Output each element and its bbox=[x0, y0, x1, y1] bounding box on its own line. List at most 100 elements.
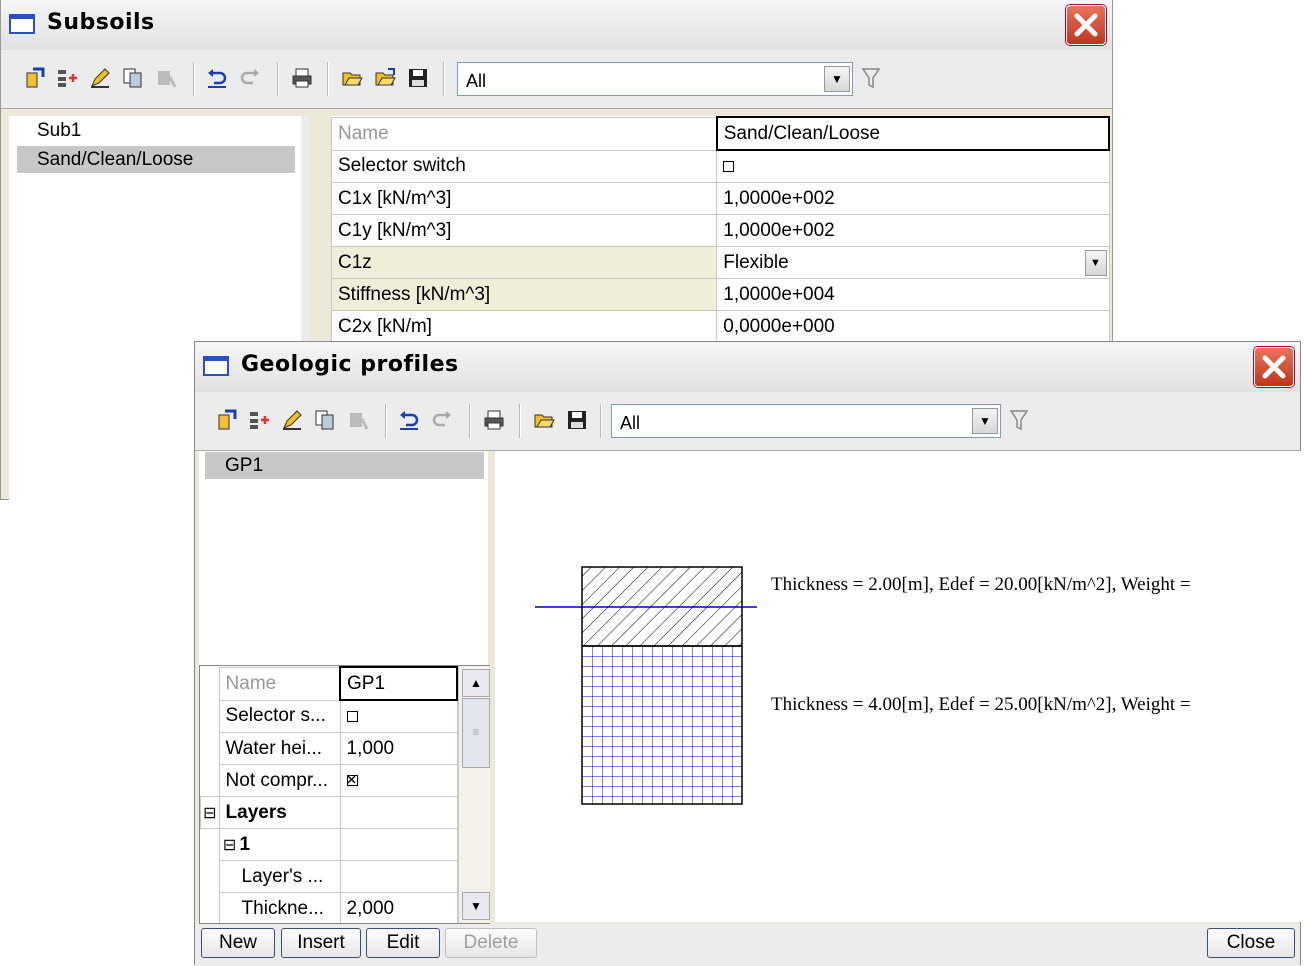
property-name: Stiffness [kN/m^3] bbox=[330, 278, 718, 311]
property-value[interactable]: GP1 bbox=[339, 666, 458, 701]
close-window-button[interactable] bbox=[1254, 347, 1294, 387]
filter-combobox[interactable]: All ▼ bbox=[457, 62, 853, 96]
list-item[interactable]: GP1 bbox=[205, 452, 484, 479]
filter-value: All bbox=[620, 413, 641, 433]
not-compressible-checkbox[interactable] bbox=[346, 774, 358, 786]
profile-properties-grid: Name GP1 Selector s... Water hei... 1,00… bbox=[200, 666, 458, 923]
selector-switch-checkbox[interactable] bbox=[723, 160, 735, 172]
property-name: C1z bbox=[330, 246, 718, 279]
edit-icon[interactable] bbox=[281, 409, 303, 431]
property-value[interactable]: 1,0000e+004 bbox=[716, 278, 1110, 311]
property-name: Water hei... bbox=[218, 732, 341, 765]
insert-icon[interactable] bbox=[248, 409, 270, 431]
print-icon[interactable] bbox=[291, 67, 313, 89]
table-row: Layer's ... bbox=[201, 860, 458, 893]
table-row: Selector s... bbox=[201, 699, 458, 733]
open-folder-icon[interactable] bbox=[533, 409, 555, 431]
property-value[interactable]: 1,0000e+002 bbox=[716, 214, 1110, 247]
property-value[interactable]: 2,000 bbox=[339, 892, 458, 923]
selector-switch-checkbox[interactable] bbox=[346, 710, 358, 722]
table-row: C1y [kN/m^3] 1,0000e+002 bbox=[330, 214, 1110, 247]
collapse-icon[interactable]: ⊟ bbox=[220, 835, 240, 855]
insert-button[interactable]: Insert bbox=[281, 928, 361, 958]
edit-button[interactable]: Edit bbox=[366, 928, 440, 958]
chevron-down-icon[interactable]: ▼ bbox=[972, 408, 998, 434]
window-icon bbox=[203, 356, 229, 376]
profile-drawing bbox=[535, 566, 757, 805]
table-row: ⊟ 1 bbox=[201, 828, 458, 861]
close-button[interactable]: Close bbox=[1207, 928, 1295, 958]
property-value[interactable]: Sand/Clean/Loose bbox=[715, 116, 1111, 151]
save-icon[interactable] bbox=[407, 67, 429, 89]
import-folder-icon[interactable] bbox=[374, 67, 396, 89]
filter-icon[interactable] bbox=[1009, 408, 1029, 432]
bottom-button-bar: New Insert Edit Delete Close bbox=[195, 924, 1300, 966]
layer-2-block bbox=[581, 645, 743, 805]
delete-icon bbox=[350, 413, 369, 430]
property-name: C1x [kN/m^3] bbox=[330, 182, 718, 215]
open-folder-icon[interactable] bbox=[341, 67, 363, 89]
geologic-profiles-window: Geologic profiles All ▼ GP1 Name GP1 Sel… bbox=[194, 341, 1301, 966]
property-value: Flexible bbox=[723, 251, 789, 273]
property-value[interactable]: 1,000 bbox=[339, 732, 458, 765]
not-compressible-cell[interactable] bbox=[339, 764, 458, 797]
c1z-dropdown[interactable]: Flexible ▼ bbox=[716, 246, 1110, 279]
geologic-titlebar[interactable]: Geologic profiles bbox=[195, 342, 1300, 393]
table-row: Thickne... 2,000 bbox=[201, 892, 458, 923]
list-item[interactable]: Sand/Clean/Loose bbox=[17, 146, 295, 173]
print-icon[interactable] bbox=[483, 409, 505, 431]
copy-icon[interactable] bbox=[122, 67, 144, 89]
property-name: C1y [kN/m^3] bbox=[330, 214, 718, 247]
vertical-scrollbar[interactable]: ▲ ≡ ▼ bbox=[458, 666, 490, 923]
redo-icon bbox=[432, 411, 451, 427]
section-label: Layers bbox=[218, 796, 341, 829]
layer-1-label: Thickness = 2.00[m], Edef = 20.00[kN/m^2… bbox=[771, 574, 1191, 595]
property-value[interactable]: 1,0000e+002 bbox=[716, 182, 1110, 215]
table-row: C2x [kN/m] 0,0000e+000 bbox=[330, 310, 1110, 343]
new-item-icon[interactable] bbox=[23, 67, 45, 89]
subsoils-toolbar: All ▼ bbox=[1, 50, 1112, 109]
property-name: Name bbox=[330, 116, 718, 151]
list-item[interactable]: Sub1 bbox=[17, 117, 295, 144]
filter-icon[interactable] bbox=[861, 66, 881, 90]
table-row: C1x [kN/m^3] 1,0000e+002 bbox=[330, 182, 1110, 215]
scroll-down-button[interactable]: ▼ bbox=[462, 892, 490, 920]
property-value[interactable]: 0,0000e+000 bbox=[716, 310, 1110, 343]
delete-button: Delete bbox=[445, 928, 537, 958]
edit-icon[interactable] bbox=[89, 67, 111, 89]
scroll-up-button[interactable]: ▲ bbox=[462, 669, 490, 697]
table-row: Selector switch bbox=[330, 149, 1110, 183]
property-name: Thickne... bbox=[218, 892, 341, 923]
property-name: Layer's ... bbox=[218, 860, 341, 893]
chevron-down-icon[interactable]: ▼ bbox=[824, 66, 850, 92]
chevron-down-icon[interactable]: ▼ bbox=[1084, 250, 1107, 276]
selector-switch-cell[interactable] bbox=[339, 699, 458, 733]
scroll-thumb[interactable]: ≡ bbox=[462, 698, 490, 768]
profile-list: GP1 bbox=[199, 451, 488, 665]
save-icon[interactable] bbox=[566, 409, 588, 431]
new-item-icon[interactable] bbox=[215, 409, 237, 431]
new-button[interactable]: New bbox=[201, 928, 275, 958]
insert-icon[interactable] bbox=[56, 67, 78, 89]
table-row: Stiffness [kN/m^3] 1,0000e+004 bbox=[330, 278, 1110, 311]
undo-icon[interactable] bbox=[398, 409, 420, 431]
profile-drawing-area: Thickness = 2.00[m], Edef = 20.00[kN/m^2… bbox=[495, 451, 1301, 922]
collapse-icon[interactable]: ⊟ bbox=[200, 796, 220, 829]
copy-icon[interactable] bbox=[314, 409, 336, 431]
geologic-toolbar: All ▼ bbox=[195, 392, 1300, 451]
selector-switch-cell[interactable] bbox=[716, 149, 1110, 183]
layer-1-block bbox=[581, 566, 743, 647]
window-title: Geologic profiles bbox=[241, 352, 459, 377]
property-name: Selector switch bbox=[330, 149, 718, 183]
property-value[interactable] bbox=[339, 860, 458, 893]
close-window-button[interactable] bbox=[1066, 5, 1106, 45]
window-title: Subsoils bbox=[47, 10, 155, 35]
close-icon bbox=[1262, 355, 1286, 379]
property-name: Name bbox=[218, 666, 341, 701]
layer-2-label: Thickness = 4.00[m], Edef = 25.00[kN/m^2… bbox=[771, 694, 1191, 715]
redo-icon bbox=[240, 69, 259, 85]
table-row: Not compr... bbox=[201, 764, 458, 797]
undo-icon[interactable] bbox=[206, 67, 228, 89]
filter-combobox[interactable]: All ▼ bbox=[611, 404, 1001, 438]
subsoils-titlebar[interactable]: Subsoils bbox=[1, 0, 1112, 51]
